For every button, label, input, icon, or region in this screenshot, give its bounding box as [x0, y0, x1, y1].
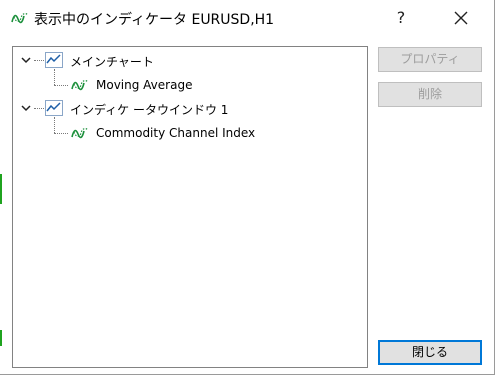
indicator-icon	[11, 10, 29, 26]
tree-item-cci[interactable]: Commodity Channel Index	[13, 123, 353, 143]
tree-group-main-chart[interactable]: メインチャート	[13, 50, 353, 70]
delete-button[interactable]: 削除	[378, 82, 482, 107]
chart-window-icon	[45, 100, 63, 116]
window-title: 表示中のインディケータ EURUSD,H1	[34, 12, 275, 28]
close-icon[interactable]	[446, 4, 476, 32]
tree-item-label: Moving Average	[96, 78, 193, 92]
chart-window-icon	[45, 52, 63, 68]
chevron-down-icon[interactable]	[20, 102, 32, 114]
close-button[interactable]: 閉じる	[378, 340, 482, 365]
chevron-down-icon[interactable]	[20, 54, 32, 66]
tree-group-label: インディケ ータウインドウ 1	[70, 103, 229, 117]
indicators-dialog: 表示中のインディケータ EURUSD,H1 ? メインチャート Moving A…	[0, 0, 495, 375]
chart-edge-mark	[0, 330, 2, 346]
indicator-icon	[71, 125, 89, 141]
title-bar[interactable]: 表示中のインディケータ EURUSD,H1 ?	[0, 0, 495, 36]
tree-item-label: Commodity Channel Index	[96, 126, 256, 140]
tree-group-indicator-window-1[interactable]: インディケ ータウインドウ 1	[13, 98, 353, 118]
indicator-tree[interactable]: メインチャート Moving Average インディケ ータウインドウ 1 C…	[12, 46, 368, 368]
tree-item-moving-average[interactable]: Moving Average	[13, 75, 353, 95]
chart-edge-mark	[0, 174, 2, 204]
help-button[interactable]: ?	[386, 4, 416, 32]
properties-button[interactable]: プロパティ	[378, 47, 482, 72]
indicator-icon	[71, 77, 89, 93]
tree-group-label: メインチャート	[70, 55, 154, 69]
